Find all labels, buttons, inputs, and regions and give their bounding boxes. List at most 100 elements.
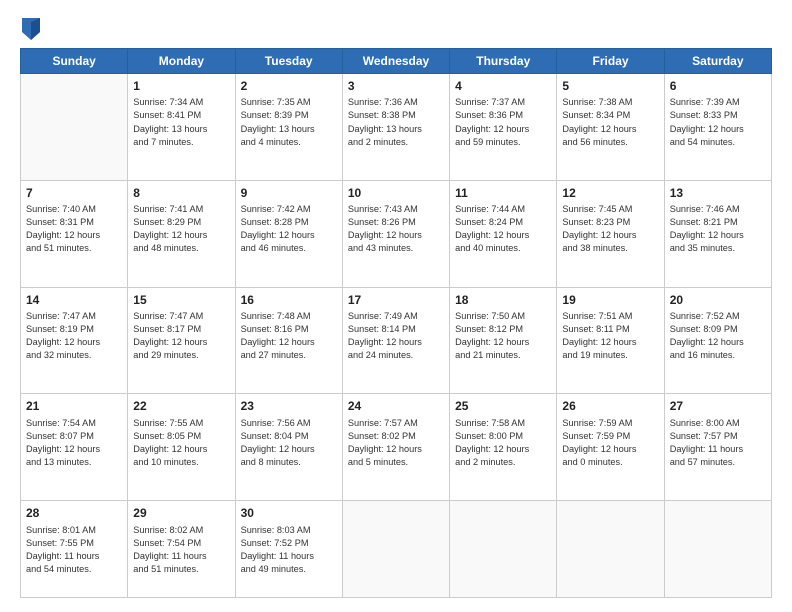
day-info: Sunrise: 7:42 AMSunset: 8:28 PMDaylight:…	[241, 203, 337, 255]
day-number: 12	[562, 185, 658, 202]
day-number: 30	[241, 505, 337, 522]
day-number: 5	[562, 78, 658, 95]
day-number: 23	[241, 398, 337, 415]
day-cell: 14Sunrise: 7:47 AMSunset: 8:19 PMDayligh…	[21, 287, 128, 394]
day-number: 24	[348, 398, 444, 415]
day-cell: 13Sunrise: 7:46 AMSunset: 8:21 PMDayligh…	[664, 180, 771, 287]
day-number: 13	[670, 185, 766, 202]
day-info: Sunrise: 7:35 AMSunset: 8:39 PMDaylight:…	[241, 96, 337, 148]
day-number: 1	[133, 78, 229, 95]
day-cell: 11Sunrise: 7:44 AMSunset: 8:24 PMDayligh…	[450, 180, 557, 287]
day-info: Sunrise: 7:38 AMSunset: 8:34 PMDaylight:…	[562, 96, 658, 148]
day-cell: 29 Sunrise: 8:02 AMSunset: 7:54 PMDayligh…	[128, 501, 235, 598]
day-number: 22	[133, 398, 229, 415]
day-info: Sunrise: 8:01 AMSunset: 7:55 PMDaylight:…	[26, 524, 122, 576]
day-cell: 9Sunrise: 7:42 AMSunset: 8:28 PMDaylight…	[235, 180, 342, 287]
day-cell: 23 Sunrise: 7:56 AMSunset: 8:04 PMDayligh…	[235, 394, 342, 501]
day-info: Sunrise: 7:59 AMSunset: 7:59 PMDaylight:…	[562, 417, 658, 469]
logo-icon	[22, 18, 40, 40]
day-cell: 6Sunrise: 7:39 AMSunset: 8:33 PMDaylight…	[664, 74, 771, 181]
day-info: Sunrise: 8:03 AMSunset: 7:52 PMDaylight:…	[241, 524, 337, 576]
day-info: Sunrise: 7:55 AMSunset: 8:05 PMDaylight:…	[133, 417, 229, 469]
day-number: 15	[133, 292, 229, 309]
week-row-4: 21 Sunrise: 7:54 AMSunset: 8:07 PMDayligh…	[21, 394, 772, 501]
day-info: Sunrise: 8:02 AMSunset: 7:54 PMDaylight:…	[133, 524, 229, 576]
day-number: 8	[133, 185, 229, 202]
day-number: 3	[348, 78, 444, 95]
day-cell: 4Sunrise: 7:37 AMSunset: 8:36 PMDaylight…	[450, 74, 557, 181]
day-number: 9	[241, 185, 337, 202]
day-info: Sunrise: 7:49 AMSunset: 8:14 PMDaylight:…	[348, 310, 444, 362]
day-info: Sunrise: 7:47 AMSunset: 8:17 PMDaylight:…	[133, 310, 229, 362]
day-info: Sunrise: 7:37 AMSunset: 8:36 PMDaylight:…	[455, 96, 551, 148]
day-info: Sunrise: 7:52 AMSunset: 8:09 PMDaylight:…	[670, 310, 766, 362]
day-cell: 15Sunrise: 7:47 AMSunset: 8:17 PMDayligh…	[128, 287, 235, 394]
day-info: Sunrise: 7:47 AMSunset: 8:19 PMDaylight:…	[26, 310, 122, 362]
page: SundayMondayTuesdayWednesdayThursdayFrid…	[0, 0, 792, 612]
day-cell: 22 Sunrise: 7:55 AMSunset: 8:05 PMDayligh…	[128, 394, 235, 501]
day-cell: 28 Sunrise: 8:01 AMSunset: 7:55 PMDayligh…	[21, 501, 128, 598]
day-number: 2	[241, 78, 337, 95]
day-cell: 30 Sunrise: 8:03 AMSunset: 7:52 PMDayligh…	[235, 501, 342, 598]
day-number: 19	[562, 292, 658, 309]
day-info: Sunrise: 7:48 AMSunset: 8:16 PMDaylight:…	[241, 310, 337, 362]
day-info: Sunrise: 8:00 AMSunset: 7:57 PMDaylight:…	[670, 417, 766, 469]
day-info: Sunrise: 7:40 AMSunset: 8:31 PMDaylight:…	[26, 203, 122, 255]
day-info: Sunrise: 7:51 AMSunset: 8:11 PMDaylight:…	[562, 310, 658, 362]
day-info: Sunrise: 7:50 AMSunset: 8:12 PMDaylight:…	[455, 310, 551, 362]
day-number: 10	[348, 185, 444, 202]
weekday-header-saturday: Saturday	[664, 49, 771, 74]
day-number: 26	[562, 398, 658, 415]
day-info: Sunrise: 7:54 AMSunset: 8:07 PMDaylight:…	[26, 417, 122, 469]
weekday-header-thursday: Thursday	[450, 49, 557, 74]
day-cell: 5Sunrise: 7:38 AMSunset: 8:34 PMDaylight…	[557, 74, 664, 181]
day-cell: 21 Sunrise: 7:54 AMSunset: 8:07 PMDayligh…	[21, 394, 128, 501]
day-cell: 1Sunrise: 7:34 AMSunset: 8:41 PMDaylight…	[128, 74, 235, 181]
day-cell: 18Sunrise: 7:50 AMSunset: 8:12 PMDayligh…	[450, 287, 557, 394]
day-cell: 27 Sunrise: 8:00 AMSunset: 7:57 PMDayligh…	[664, 394, 771, 501]
day-cell: 16Sunrise: 7:48 AMSunset: 8:16 PMDayligh…	[235, 287, 342, 394]
day-number: 20	[670, 292, 766, 309]
weekday-header-row: SundayMondayTuesdayWednesdayThursdayFrid…	[21, 49, 772, 74]
day-number: 25	[455, 398, 551, 415]
day-cell: 20Sunrise: 7:52 AMSunset: 8:09 PMDayligh…	[664, 287, 771, 394]
day-info: Sunrise: 7:56 AMSunset: 8:04 PMDaylight:…	[241, 417, 337, 469]
day-info: Sunrise: 7:43 AMSunset: 8:26 PMDaylight:…	[348, 203, 444, 255]
logo	[20, 18, 44, 40]
day-cell: 3Sunrise: 7:36 AMSunset: 8:38 PMDaylight…	[342, 74, 449, 181]
day-number: 16	[241, 292, 337, 309]
day-number: 14	[26, 292, 122, 309]
day-cell: 25Sunrise: 7:58 AMSunset: 8:00 PMDayligh…	[450, 394, 557, 501]
day-number: 29	[133, 505, 229, 522]
day-number: 11	[455, 185, 551, 202]
day-number: 21	[26, 398, 122, 415]
week-row-3: 14Sunrise: 7:47 AMSunset: 8:19 PMDayligh…	[21, 287, 772, 394]
day-cell: 19Sunrise: 7:51 AMSunset: 8:11 PMDayligh…	[557, 287, 664, 394]
calendar-table: SundayMondayTuesdayWednesdayThursdayFrid…	[20, 48, 772, 598]
day-cell: 12Sunrise: 7:45 AMSunset: 8:23 PMDayligh…	[557, 180, 664, 287]
day-info: Sunrise: 7:36 AMSunset: 8:38 PMDaylight:…	[348, 96, 444, 148]
day-cell	[450, 501, 557, 598]
day-cell: 7Sunrise: 7:40 AMSunset: 8:31 PMDaylight…	[21, 180, 128, 287]
day-number: 18	[455, 292, 551, 309]
day-info: Sunrise: 7:34 AMSunset: 8:41 PMDaylight:…	[133, 96, 229, 148]
day-number: 28	[26, 505, 122, 522]
day-cell	[557, 501, 664, 598]
day-cell	[664, 501, 771, 598]
day-number: 27	[670, 398, 766, 415]
day-cell: 2Sunrise: 7:35 AMSunset: 8:39 PMDaylight…	[235, 74, 342, 181]
day-number: 6	[670, 78, 766, 95]
day-info: Sunrise: 7:39 AMSunset: 8:33 PMDaylight:…	[670, 96, 766, 148]
weekday-header-wednesday: Wednesday	[342, 49, 449, 74]
day-cell: 26 Sunrise: 7:59 AMSunset: 7:59 PMDayligh…	[557, 394, 664, 501]
day-number: 17	[348, 292, 444, 309]
day-cell	[21, 74, 128, 181]
header	[20, 18, 772, 40]
day-cell: 8Sunrise: 7:41 AMSunset: 8:29 PMDaylight…	[128, 180, 235, 287]
day-info: Sunrise: 7:44 AMSunset: 8:24 PMDaylight:…	[455, 203, 551, 255]
week-row-5: 28 Sunrise: 8:01 AMSunset: 7:55 PMDayligh…	[21, 501, 772, 598]
week-row-2: 7Sunrise: 7:40 AMSunset: 8:31 PMDaylight…	[21, 180, 772, 287]
week-row-1: 1Sunrise: 7:34 AMSunset: 8:41 PMDaylight…	[21, 74, 772, 181]
day-cell	[342, 501, 449, 598]
day-info: Sunrise: 7:45 AMSunset: 8:23 PMDaylight:…	[562, 203, 658, 255]
